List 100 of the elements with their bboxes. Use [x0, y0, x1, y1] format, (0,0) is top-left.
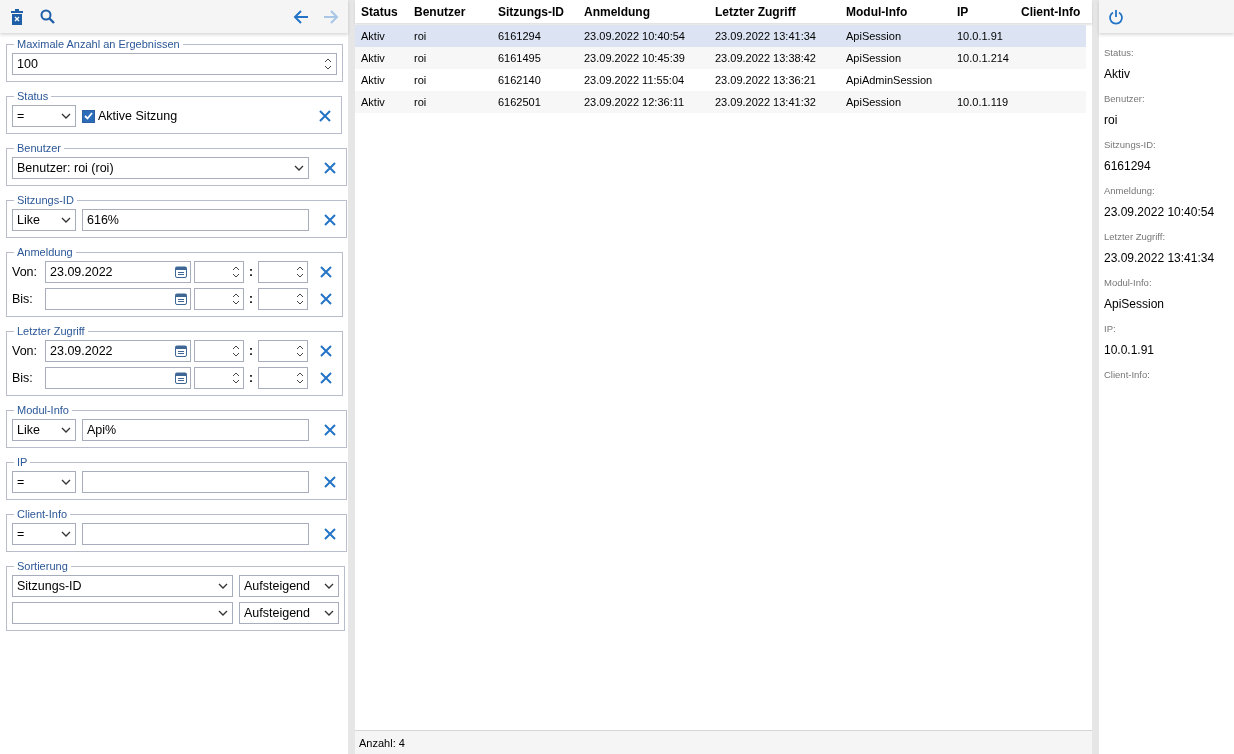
table-cell-text: 6161294: [497, 30, 542, 42]
group-legend: IP: [14, 456, 31, 468]
chevron-down-icon: [324, 583, 334, 589]
text-field[interactable]: [82, 471, 309, 493]
column-header[interactable]: Sitzungs-ID: [492, 4, 570, 19]
detail-label: IP:: [1104, 323, 1117, 334]
spinner-icon[interactable]: [232, 344, 240, 358]
chevron-down-icon: [61, 479, 71, 485]
column-header[interactable]: Client-Info: [1015, 4, 1087, 19]
table-row[interactable]: Aktiv roi 6161294 23.09.2022 10:40:54 23.09.2022 13:41:34 ApiSession 10.0.1.91: [355, 25, 1086, 47]
date-field[interactable]: [45, 288, 191, 310]
minute-field[interactable]: [258, 261, 308, 283]
operator-dropdown[interactable]: =: [12, 471, 76, 493]
group-legend: Status: [14, 90, 52, 102]
detail-label: Status:: [1104, 47, 1135, 58]
number-field[interactable]: 100: [12, 53, 337, 75]
hour-field[interactable]: [194, 261, 244, 283]
table-cell-text: 10.0.1.119: [956, 96, 1010, 108]
power-button[interactable]: [1107, 7, 1125, 26]
calendar-icon: [175, 345, 187, 357]
minute-field[interactable]: [258, 288, 308, 310]
table-cell-text: 23.09.2022 13:36:21: [714, 74, 817, 86]
sort-field-dropdown[interactable]: Sitzungs-ID: [12, 575, 233, 597]
column-header[interactable]: Letzter Zugriff: [709, 4, 802, 19]
sort-field-dropdown[interactable]: [12, 602, 233, 624]
table-cell-text: 6162140: [497, 74, 542, 86]
group-legend: Maximale Anzahl an Ergebnissen: [14, 38, 183, 50]
group-legend: Modul-Info: [14, 404, 72, 416]
operator-dropdown[interactable]: =: [12, 105, 76, 127]
group-legend: Benutzer: [14, 142, 65, 154]
date-field[interactable]: 23.09.2022: [45, 261, 191, 283]
minute-field[interactable]: [258, 340, 308, 362]
back-button[interactable]: [292, 7, 310, 26]
field-label: Von:: [12, 344, 39, 358]
group-legend: Sortierung: [14, 560, 71, 572]
minute-field[interactable]: [258, 367, 308, 389]
text-field[interactable]: [82, 523, 309, 545]
group-legend: Anmeldung: [14, 246, 76, 258]
spinner-icon[interactable]: [296, 371, 304, 385]
detail-label: Client-Info:: [1104, 369, 1151, 380]
table-cell-text: Aktiv: [360, 96, 386, 108]
detail-value: ApiSession: [1104, 297, 1166, 311]
table-cell-text: ApiSession: [845, 52, 903, 64]
spinner-icon[interactable]: [324, 57, 332, 71]
spinner-icon[interactable]: [232, 265, 240, 279]
table-row[interactable]: Aktiv roi 6161495 23.09.2022 10:45:39 23.09.2022 13:38:42 ApiSession 10.0.1.214: [355, 47, 1086, 69]
operator-dropdown[interactable]: Like: [12, 209, 76, 231]
table-row[interactable]: Aktiv roi 6162501 23.09.2022 12:36:11 23.09.2022 13:41:32 ApiSession 10.0.1.119: [355, 91, 1086, 113]
time-separator: :: [248, 265, 254, 279]
spinner-icon[interactable]: [296, 292, 304, 306]
hour-field[interactable]: [194, 367, 244, 389]
detail-value: roi: [1104, 113, 1119, 127]
calendar-icon: [175, 266, 187, 278]
delete-button[interactable]: [8, 7, 26, 26]
spinner-icon[interactable]: [232, 292, 240, 306]
operator-dropdown[interactable]: =: [12, 523, 76, 545]
text-field[interactable]: 616%: [82, 209, 309, 231]
operator-dropdown[interactable]: Like: [12, 419, 76, 441]
hour-field[interactable]: [194, 340, 244, 362]
group-legend: Client-Info: [14, 508, 71, 520]
text-field[interactable]: Api%: [82, 419, 309, 441]
user-dropdown[interactable]: Benutzer: roi (roi): [12, 157, 309, 179]
chevron-down-icon: [218, 583, 228, 589]
field-label: Bis:: [12, 371, 34, 385]
detail-value: Aktiv: [1104, 67, 1131, 81]
spinner-icon[interactable]: [296, 344, 304, 358]
search-button[interactable]: [38, 7, 56, 26]
detail-label: Benutzer:: [1104, 93, 1146, 104]
column-header[interactable]: Anmeldung: [578, 4, 656, 19]
date-field[interactable]: 23.09.2022: [45, 340, 191, 362]
spinner-icon[interactable]: [232, 371, 240, 385]
table-cell-text: 23.09.2022 10:40:54: [583, 30, 686, 42]
chevron-down-icon: [61, 427, 71, 433]
chevron-down-icon: [294, 165, 304, 171]
chevron-down-icon: [218, 610, 228, 616]
calendar-icon: [175, 372, 187, 384]
table-cell-text: 23.09.2022 12:36:11: [583, 96, 686, 108]
table-cell-text: Aktiv: [360, 30, 386, 42]
detail-value: 10.0.1.91: [1104, 343, 1156, 357]
spinner-icon[interactable]: [296, 265, 304, 279]
table-cell-text: Aktiv: [360, 52, 386, 64]
checkbox[interactable]: [82, 109, 95, 123]
calendar-icon: [175, 293, 187, 305]
table-cell-text: 6161495: [497, 52, 542, 64]
hour-field[interactable]: [194, 288, 244, 310]
chevron-down-icon: [61, 531, 71, 537]
sort-order-dropdown[interactable]: Aufsteigend: [239, 602, 339, 624]
table-cell-text: 10.0.1.91: [956, 30, 1004, 42]
table-cell-text: roi: [413, 96, 428, 108]
column-header[interactable]: Modul-Info: [840, 4, 914, 19]
column-header[interactable]: IP: [951, 4, 975, 19]
table-cell-text: ApiSession: [845, 96, 903, 108]
time-separator: :: [248, 344, 254, 358]
column-header[interactable]: Benutzer: [408, 4, 472, 19]
group-legend: Sitzungs-ID: [14, 194, 77, 206]
table-cell-text: 23.09.2022 13:38:42: [714, 52, 817, 64]
sort-order-dropdown[interactable]: Aufsteigend: [239, 575, 339, 597]
detail-label: Modul-Info:: [1104, 277, 1153, 288]
date-field[interactable]: [45, 367, 191, 389]
column-header[interactable]: Status: [355, 4, 404, 19]
